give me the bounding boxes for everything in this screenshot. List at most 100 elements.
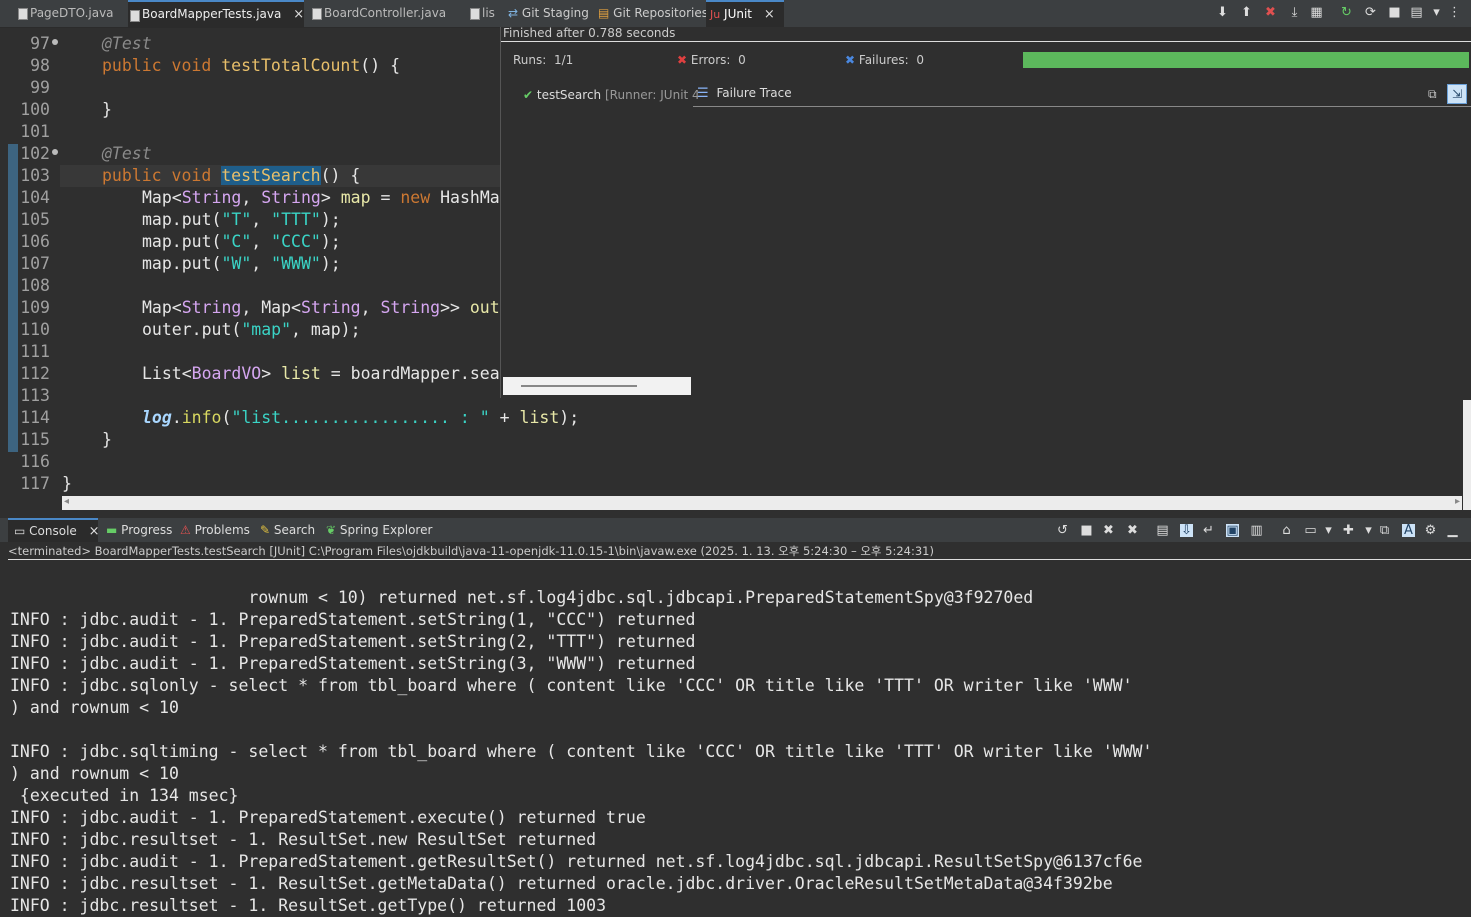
chevron-down-icon[interactable]: ▾ — [1362, 524, 1375, 537]
chevron-down-icon[interactable]: ▾ — [1322, 524, 1335, 537]
console-line: INFO : jdbc.resultset - 1. ResultSet.get… — [10, 896, 607, 915]
java-file-icon — [312, 8, 322, 20]
line-number: 115 — [20, 430, 50, 449]
minimize-icon[interactable]: ▁ — [1446, 524, 1459, 537]
junit-tab-bar: ⇄ Git Staging ▤ Git Repositories Ju JUni… — [500, 0, 1471, 27]
progress-icon: ▬ — [106, 523, 118, 537]
code-line-98: public void testTotalCount() { — [102, 56, 401, 75]
git-staging-icon: ⇄ — [508, 6, 519, 20]
console-line: INFO : jdbc.audit - 1. PreparedStatement… — [10, 632, 696, 651]
junit-finished-text: Finished after 0.788 seconds — [503, 26, 676, 40]
pin-console-icon[interactable]: ⌂ — [1280, 524, 1293, 537]
test-tree[interactable]: ✔ testSearch [Runner: JUnit 4 — [503, 86, 700, 395]
code-line-102: @Test — [102, 144, 152, 163]
rerun-icon[interactable]: ↻ — [1340, 6, 1353, 19]
junit-view: Finished after 0.788 seconds Runs: 1/1 ✖… — [500, 0, 1471, 398]
tab-label: lis — [482, 6, 495, 20]
editor-vertical-scrollbar[interactable] — [1463, 400, 1471, 510]
copy-icon[interactable]: ⧉ — [1378, 524, 1391, 537]
terminate-icon[interactable]: ■ — [1080, 524, 1093, 537]
format-icon[interactable]: A — [1402, 524, 1415, 537]
console-line: ) and rownum < 10 — [10, 698, 179, 717]
tab-boardmappertests[interactable]: BoardMapperTests.java × — [128, 0, 304, 27]
show-on-output-icon[interactable]: ▣ — [1226, 524, 1239, 537]
view-menu-icon[interactable]: ⋮ — [1448, 6, 1461, 19]
tab-git-repositories[interactable]: ▤ Git Repositories — [598, 0, 708, 27]
stop-icon[interactable]: ■ — [1388, 6, 1401, 19]
scroll-right-icon: ▸ — [1454, 496, 1460, 507]
error-icon: ✖ — [677, 53, 688, 67]
test-pass-icon: ✔ — [523, 88, 534, 102]
java-file-icon — [18, 8, 28, 20]
open-console-icon[interactable]: ✚ — [1342, 524, 1355, 537]
tab-problems[interactable]: ⚠ Problems — [180, 518, 250, 542]
code-line-103: public void testSearch() { — [102, 166, 361, 185]
close-icon[interactable]: × — [293, 7, 304, 22]
line-number: 112 — [20, 364, 50, 383]
scroll-left-icon: ◂ — [64, 496, 70, 507]
line-number: 100 — [20, 100, 50, 119]
code-line-104: Map<String, String> map = new HashMa — [142, 188, 500, 207]
console-icon: ▭ — [14, 524, 26, 538]
code-line-112: List<BoardVO> list = boardMapper.sea — [142, 364, 500, 383]
relaunch-icon[interactable]: ↺ — [1056, 524, 1069, 537]
line-number: 116 — [20, 452, 50, 471]
git-repo-icon: ▤ — [598, 6, 610, 20]
close-icon[interactable]: × — [89, 524, 100, 539]
line-number: 105 — [20, 210, 50, 229]
fold-marker-icon[interactable] — [52, 39, 58, 45]
tab-lis[interactable]: lis — [468, 0, 495, 27]
tab-label: BoardMapperTests.java — [142, 7, 282, 21]
tab-progress[interactable]: ▬ Progress — [106, 518, 172, 542]
console-line: INFO : jdbc.sqltiming - select * from tb… — [10, 742, 1153, 761]
code-line-109: Map<String, Map<String, String>> out — [142, 298, 500, 317]
tab-git-staging[interactable]: ⇄ Git Staging — [508, 0, 589, 27]
filter-stack-icon[interactable]: ⇲ — [1447, 84, 1467, 104]
code-line-100: } — [102, 100, 112, 119]
test-progress-fill — [1023, 52, 1469, 68]
rerun-failed-icon[interactable]: ⟳ — [1364, 6, 1377, 19]
previous-failure-icon[interactable]: ⬆ — [1240, 6, 1253, 19]
stack-icon: ☰ — [697, 86, 709, 101]
fold-marker-icon[interactable] — [52, 149, 58, 155]
chevron-down-icon[interactable]: ▾ — [1430, 6, 1443, 19]
line-number: 101 — [20, 122, 50, 141]
tab-console[interactable]: ▭ Console × — [8, 518, 100, 542]
errors-counter: ✖ Errors: 0 — [677, 53, 746, 67]
next-failure-icon[interactable]: ⬇ — [1216, 6, 1229, 19]
runs-counter: Runs: 1/1 — [513, 53, 574, 67]
tab-pagedto[interactable]: PageDTO.java — [16, 0, 114, 27]
close-icon[interactable]: × — [764, 7, 775, 22]
console-line: INFO : jdbc.resultset - 1. ResultSet.new… — [10, 830, 597, 849]
test-tree-scrollbar[interactable] — [503, 377, 691, 395]
line-number: 107 — [20, 254, 50, 273]
tab-search[interactable]: ✎ Search — [260, 518, 315, 542]
word-wrap-icon[interactable]: ↵ — [1202, 524, 1215, 537]
test-progress-bar — [1023, 52, 1469, 68]
remove-launch-icon[interactable]: ✖ — [1102, 524, 1115, 537]
console-output[interactable]: rownum < 10) returned net.sf.log4jdbc.sq… — [0, 560, 1471, 917]
editor-horizontal-scrollbar[interactable]: ◂ ▸ — [62, 496, 1462, 510]
clear-console-icon[interactable]: ▤ — [1156, 524, 1169, 537]
compare-results-icon[interactable]: ⧉ — [1428, 87, 1442, 101]
console-line: INFO : jdbc.resultset - 1. ResultSet.get… — [10, 874, 1113, 893]
tab-label: PageDTO.java — [30, 6, 114, 20]
console-line: ) and rownum < 10 — [10, 764, 179, 783]
search-icon: ✎ — [260, 523, 271, 537]
display-console-icon[interactable]: ▭ — [1304, 524, 1317, 537]
remove-all-icon[interactable]: ✖ — [1126, 524, 1139, 537]
tab-spring-explorer[interactable]: ❦ Spring Explorer — [326, 518, 432, 542]
failures-counter: ✖ Failures: 0 — [845, 53, 924, 67]
test-tree-item[interactable]: ✔ testSearch [Runner: JUnit 4 — [523, 88, 700, 102]
failure-trace-header: ☰ Failure Trace — [693, 86, 1471, 107]
tab-boardcontroller[interactable]: BoardController.java — [310, 0, 446, 27]
layout-icon[interactable]: ▦ — [1310, 6, 1323, 19]
show-failures-only-icon[interactable]: ✖ — [1264, 6, 1277, 19]
show-on-error-icon[interactable]: ▥ — [1250, 524, 1263, 537]
scroll-lock-icon[interactable]: ⤓ — [1288, 6, 1301, 19]
gear-icon[interactable]: ⚙ — [1424, 524, 1437, 537]
console-tab-bar: ▭ Console × ▬ Progress ⚠ Problems ✎ Sear… — [0, 518, 1471, 542]
history-icon[interactable]: ▤ — [1410, 6, 1423, 19]
scroll-lock-icon[interactable]: ⇩ — [1180, 524, 1193, 537]
tab-junit[interactable]: Ju JUnit × — [706, 0, 784, 27]
